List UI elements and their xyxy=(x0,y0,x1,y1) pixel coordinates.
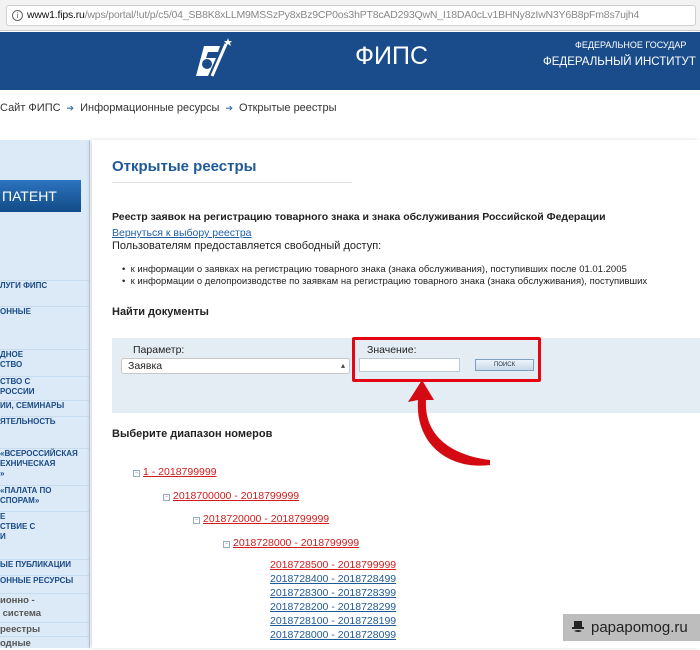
collapse-icon[interactable]: − xyxy=(133,470,140,477)
sidebar: ПАТЕНТ ЛУГИ ФИПС ОННЫЕ ДНОЕ СТВО СТВО С … xyxy=(0,140,90,649)
url-path: /wps/portal/!ut/p/c5/04_SB8K8xLLM9MSSzPy… xyxy=(84,9,640,21)
hat-icon xyxy=(572,621,584,632)
registry-title: Реестр заявок на регистрацию товарного з… xyxy=(112,211,606,223)
sidebar-item[interactable]: «ВСЕРОССИЙСКАЯ ЕХНИЧЕСКАЯ » xyxy=(0,448,89,479)
sidebar-item[interactable]: реестры xyxy=(0,622,89,636)
divider xyxy=(112,182,352,183)
tree-node-label: 2018728300 - 2018728399 xyxy=(270,587,397,599)
range-heading: Выберите диапазон номеров xyxy=(112,428,273,440)
collapse-icon[interactable]: − xyxy=(223,540,230,548)
sidebar-item[interactable]: СТВО С РОССИИ xyxy=(0,376,89,397)
find-heading: Найти документы xyxy=(112,306,209,318)
breadcrumb-item[interactable]: Открытые реестры xyxy=(239,102,336,114)
select-arrows-icon: ▴ xyxy=(340,361,345,370)
sidebar-item[interactable]: «ПАЛАТА ПО СПОРАМ» xyxy=(0,485,89,506)
param-select[interactable]: Заявка ▴ xyxy=(121,358,350,374)
tree-node-label: 2018728400 - 2018728499 xyxy=(270,573,397,585)
tree-node-label: 1 - 2018799999 xyxy=(143,466,217,478)
tree-node-label: 2018720000 - 2018799999 xyxy=(203,513,330,525)
sidebar-item[interactable]: ионно - система xyxy=(0,593,89,620)
tree-node[interactable]: −2018700000 - 2018799999 xyxy=(163,490,299,502)
address-bar[interactable]: i www1.fips.ru/wps/portal/!ut/p/c5/04_SB8… xyxy=(0,0,700,31)
collapse-icon[interactable]: − xyxy=(193,517,200,524)
breadcrumb: Сайт ФИПС ➔ Информационные ресурсы ➔ Открыты… xyxy=(0,102,336,114)
sidebar-item[interactable]: ОННЫЕ РЕСУРСЫ xyxy=(0,575,89,586)
tree-node[interactable]: −2018728000 - 2018799999 xyxy=(223,537,359,549)
bullet-text: к информации о делопроизводстве по заявк… xyxy=(130,276,648,287)
arrow-right-icon: ➔ xyxy=(66,103,75,113)
tree-node[interactable]: −1 - 2018799999 xyxy=(133,466,217,478)
bullet-item: • к информации о заявках на регистрацию … xyxy=(122,264,627,275)
sidebar-item[interactable]: ЛУГИ ФИПС xyxy=(0,280,89,291)
tree-node[interactable]: 2018728100 - 2018728199 xyxy=(270,615,396,627)
tree-node-label: 2018728000 - 2018799999 xyxy=(233,536,360,549)
tree-node[interactable]: 2018728300 - 2018728399 xyxy=(270,587,396,599)
tree-node-label: 2018728000 - 2018728099 xyxy=(270,629,397,641)
curved-arrow-icon xyxy=(408,380,490,466)
header-line1: ФЕДЕРАЛЬНОЕ ГОСУДАР xyxy=(575,40,687,50)
url-host: www1.fips.ru xyxy=(27,9,85,21)
sidebar-item[interactable]: ЯТЕЛЬНОСТЬ xyxy=(0,416,89,427)
patent-button[interactable]: ПАТЕНТ xyxy=(0,180,81,212)
site-header: ФИПС ФЕДЕРАЛЬНОЕ ГОСУДАР ФЕДЕРАЛЬНЫЙ ИНС… xyxy=(0,32,700,90)
sidebar-item[interactable]: Е СТВИЕ С И xyxy=(0,511,89,542)
tree-node-label: 2018728500 - 2018799999 xyxy=(270,559,397,571)
sidebar-item[interactable]: ДНОЕ СТВО xyxy=(0,349,89,370)
arrow-right-icon: ➔ xyxy=(225,103,234,113)
param-value: Заявка xyxy=(128,360,163,372)
sidebar-item[interactable]: ЫЕ ПУБЛИКАЦИИ xyxy=(0,559,89,570)
watermark: papapomog.ru xyxy=(563,614,700,641)
fips-logo-icon[interactable] xyxy=(190,36,234,80)
tree-node[interactable]: 2018728500 - 2018799999 xyxy=(270,559,396,571)
tree-node[interactable]: 2018728200 - 2018728299 xyxy=(270,601,396,613)
access-text: Пользователям предоставляется свободный … xyxy=(112,240,382,252)
collapse-icon[interactable]: − xyxy=(163,493,170,501)
page-title: Открытые реестры xyxy=(112,158,257,175)
sidebar-item[interactable]: ИИ, СЕМИНАРЫ xyxy=(0,400,89,411)
back-to-registry-link[interactable]: Вернуться к выбору реестра xyxy=(112,227,252,239)
bullet-text: к информации о заявках на регистрацию то… xyxy=(130,264,627,275)
tree-node-label: 2018728100 - 2018728199 xyxy=(270,615,397,627)
tree-node[interactable]: −2018720000 - 2018799999 xyxy=(193,513,329,525)
breadcrumb-item[interactable]: Сайт ФИПС xyxy=(0,102,61,114)
watermark-text: papapomog.ru xyxy=(591,619,688,636)
site-title: ФИПС xyxy=(355,42,428,70)
param-label: Параметр: xyxy=(133,344,185,356)
breadcrumb-item[interactable]: Информационные ресурсы xyxy=(80,102,219,114)
tree-node-label: 2018728200 - 2018728299 xyxy=(270,601,397,613)
bullet-item: • к информации о делопроизводстве по зая… xyxy=(122,276,648,287)
sidebar-item[interactable]: ОННЫЕ xyxy=(0,306,89,317)
info-icon[interactable]: i xyxy=(12,10,23,21)
tree-node-label: 2018700000 - 2018799999 xyxy=(173,489,300,502)
tree-node[interactable]: 2018728000 - 2018728099 xyxy=(270,629,396,641)
header-line2: ФЕДЕРАЛЬНЫЙ ИНСТИТУТ xyxy=(543,56,696,68)
tree-node[interactable]: 2018728400 - 2018728499 xyxy=(270,573,396,585)
